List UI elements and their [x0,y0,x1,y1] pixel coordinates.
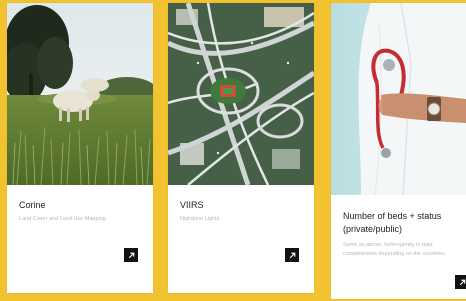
card-title: Corine [19,200,46,210]
card-subtitle: Nighttime Lights [180,216,220,222]
card-hospital-beds[interactable]: Number of beds + status (private/public)… [331,3,466,299]
arrow-up-right-icon [289,252,295,258]
card-subtitle: Land Cover and Land Use Mapping [19,216,106,222]
open-link-button[interactable] [285,248,299,262]
card-image-doctor [331,3,466,195]
card-title: VIIRS [180,200,204,210]
card-viirs[interactable]: VIIRS Nighttime Lights [168,3,314,293]
card-title-line-1: Number of beds + status [343,211,442,221]
open-link-button[interactable] [455,275,466,289]
card-subtitle-line-2: completeness depending on the countries [343,251,445,257]
arrow-up-right-icon [128,252,134,258]
arrow-up-right-icon [459,279,465,285]
card-subtitle-line-1: Same as above, heterogenity in data [343,242,433,248]
open-link-button[interactable] [124,248,138,262]
card-image-highway [168,3,314,185]
card-corine[interactable]: Corine Land Cover and Land Use Mapping [7,3,153,293]
card-title-line-2: (private/public) [343,224,403,234]
card-image-sheep [7,3,153,185]
